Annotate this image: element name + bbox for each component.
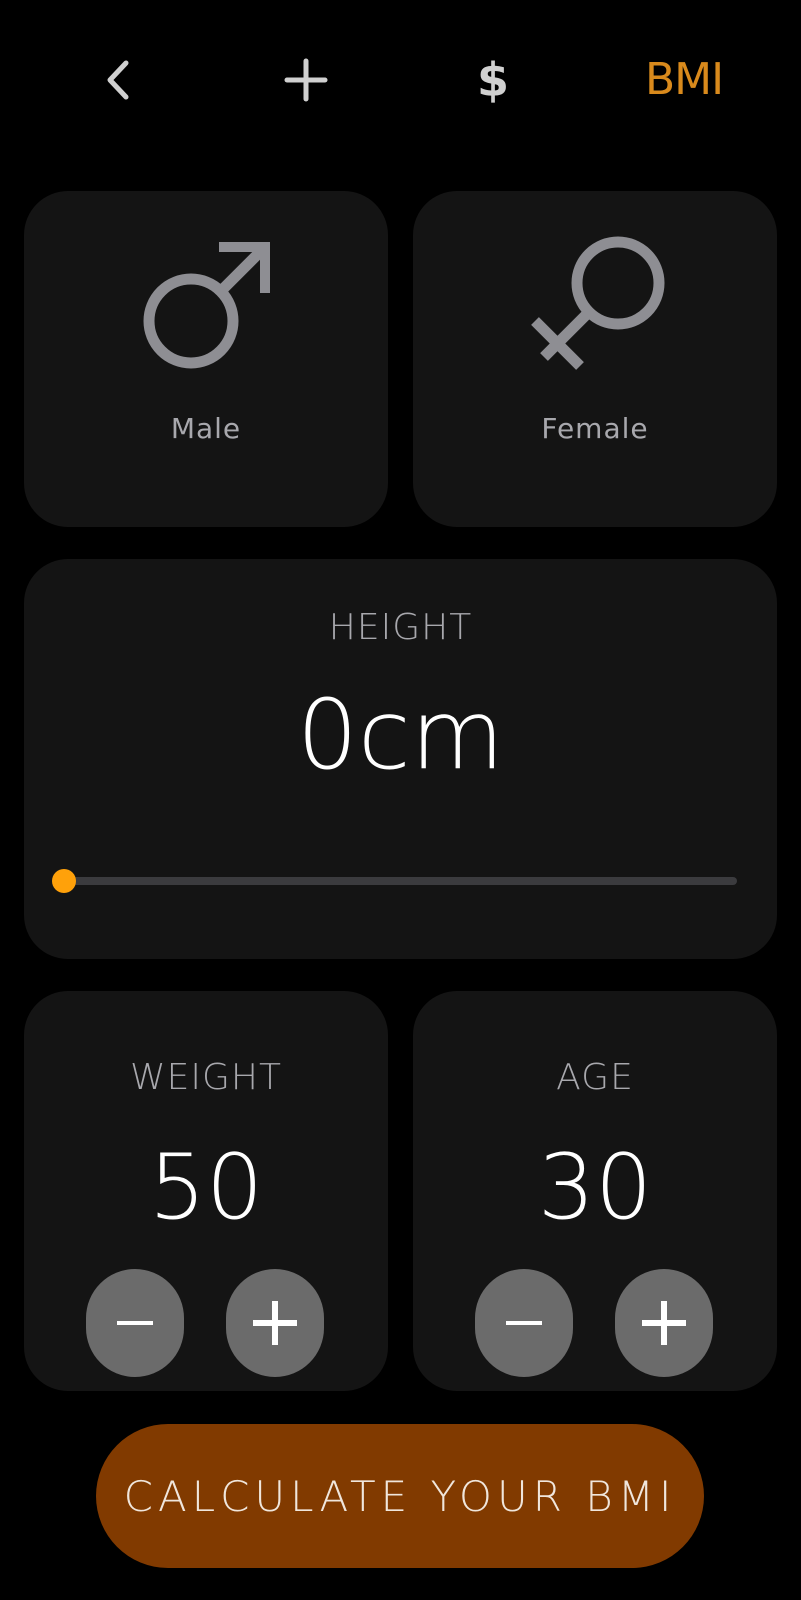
bmi-tab[interactable]: BMI — [636, 40, 732, 120]
male-symbol-icon — [143, 242, 270, 369]
calculate-bmi-label: CALCULATE YOUR BMI — [123, 1471, 677, 1521]
calculate-bmi-button[interactable]: CALCULATE YOUR BMI — [96, 1424, 704, 1568]
height-unit: cm — [357, 679, 505, 791]
top-navigation: $ BMI — [0, 0, 801, 160]
minus-icon — [117, 1321, 153, 1325]
male-card[interactable]: Male — [24, 191, 388, 527]
height-label: HEIGHT — [328, 607, 473, 648]
back-button[interactable] — [78, 40, 158, 120]
bmi-tab-label: BMI — [644, 54, 724, 105]
age-decrease-button[interactable] — [475, 1269, 573, 1377]
plus-icon — [284, 58, 328, 102]
male-label: Male — [170, 412, 242, 445]
chevron-left-icon — [107, 60, 129, 100]
weight-value: 50 — [148, 1135, 264, 1240]
height-card: HEIGHT 0cm — [24, 559, 777, 959]
weight-increase-button[interactable] — [226, 1269, 324, 1377]
dollar-icon: $ — [476, 53, 509, 107]
plus-icon — [253, 1301, 297, 1345]
age-card: AGE 30 — [413, 991, 777, 1391]
age-increase-button[interactable] — [615, 1269, 713, 1377]
height-value: 0cm — [24, 687, 777, 783]
female-card[interactable]: Female — [413, 191, 777, 527]
plus-icon — [642, 1301, 686, 1345]
weight-label: WEIGHT — [130, 1057, 282, 1098]
female-label: Female — [541, 412, 649, 445]
female-symbol-icon — [531, 236, 665, 370]
height-slider-thumb[interactable] — [52, 869, 76, 893]
age-value: 30 — [537, 1135, 653, 1240]
height-number: 0 — [296, 679, 358, 791]
height-slider[interactable] — [52, 869, 737, 893]
minus-icon — [506, 1321, 542, 1325]
age-label: AGE — [556, 1057, 634, 1098]
currency-button[interactable]: $ — [453, 40, 533, 120]
add-button[interactable] — [266, 40, 346, 120]
weight-card: WEIGHT 50 — [24, 991, 388, 1391]
weight-decrease-button[interactable] — [86, 1269, 184, 1377]
